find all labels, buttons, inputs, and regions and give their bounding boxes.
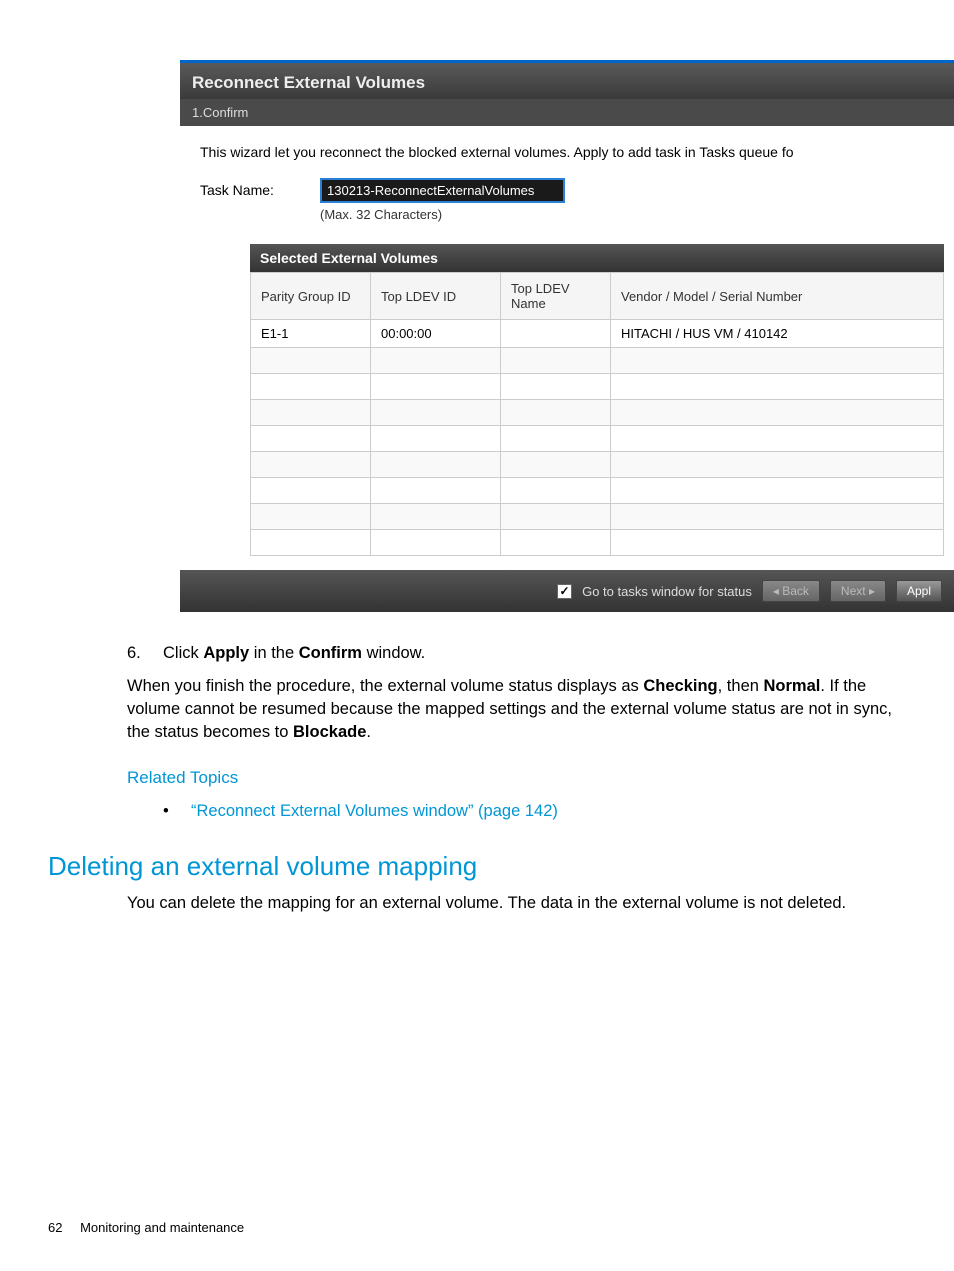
go-to-tasks-label: Go to tasks window for status (582, 584, 752, 599)
task-name-hint: (Max. 32 Characters) (320, 207, 565, 222)
apply-button[interactable]: Appl (896, 580, 942, 602)
back-button[interactable]: ◂ Back (762, 580, 820, 602)
footer-chapter: Monitoring and maintenance (80, 1220, 244, 1235)
selected-volumes-table: Parity Group ID Top LDEV ID Top LDEV Nam… (250, 272, 944, 556)
table-row (251, 452, 944, 478)
wizard-step: 1.Confirm (180, 99, 954, 126)
table-row (251, 530, 944, 556)
wizard-title: Reconnect External Volumes (180, 63, 954, 99)
cell-top-ldev-name (501, 320, 611, 348)
section-paragraph: You can delete the mapping for an extern… (127, 892, 894, 915)
step-instruction: Click Apply in the Confirm window. (163, 642, 425, 665)
section-heading: Deleting an external volume mapping (48, 851, 954, 882)
table-row (251, 504, 944, 530)
page-footer: 62 Monitoring and maintenance (48, 1220, 244, 1235)
wizard-window: Reconnect External Volumes 1.Confirm Thi… (180, 60, 954, 612)
table-row (251, 426, 944, 452)
table-row[interactable]: E1-1 00:00:00 HITACHI / HUS VM / 410142 (251, 320, 944, 348)
go-to-tasks-checkbox[interactable]: ✓ (557, 584, 572, 599)
cell-vendor-model-serial: HITACHI / HUS VM / 410142 (611, 320, 944, 348)
next-button[interactable]: Next ▸ (830, 580, 886, 602)
result-paragraph: When you finish the procedure, the exter… (127, 675, 894, 744)
table-row (251, 478, 944, 504)
col-top-ldev-id: Top LDEV ID (371, 273, 501, 320)
table-row (251, 400, 944, 426)
related-topics-heading: Related Topics (127, 766, 894, 790)
page-number: 62 (48, 1220, 62, 1235)
table-title: Selected External Volumes (250, 244, 944, 272)
task-name-label: Task Name: (200, 178, 320, 198)
table-row (251, 374, 944, 400)
col-vendor-model-serial: Vendor / Model / Serial Number (611, 273, 944, 320)
cell-top-ldev-id: 00:00:00 (371, 320, 501, 348)
task-name-input[interactable] (320, 178, 565, 203)
bullet-icon: • (163, 800, 191, 823)
wizard-description: This wizard let you reconnect the blocke… (200, 144, 944, 160)
related-link[interactable]: “Reconnect External Volumes window” (pag… (191, 800, 558, 823)
col-parity-group-id: Parity Group ID (251, 273, 371, 320)
cell-parity-group-id: E1-1 (251, 320, 371, 348)
table-row (251, 348, 944, 374)
step-number: 6. (127, 642, 163, 665)
col-top-ldev-name: Top LDEV Name (501, 273, 611, 320)
